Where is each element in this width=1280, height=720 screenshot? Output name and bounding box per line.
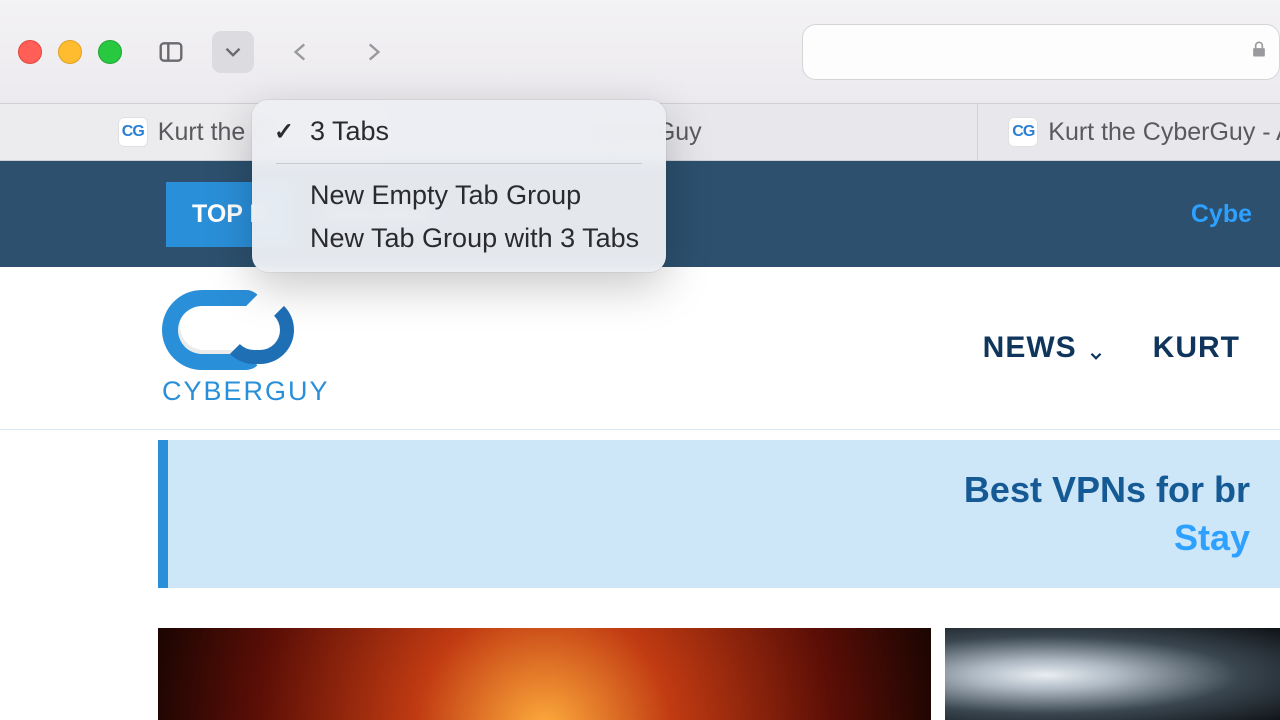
lock-icon <box>1249 38 1269 65</box>
logo-icon <box>162 290 302 370</box>
menu-item-new-empty-group[interactable]: New Empty Tab Group <box>252 174 666 217</box>
banner-subtitle: Stay <box>1174 517 1250 559</box>
chevron-down-icon <box>1087 339 1105 357</box>
minimize-window-button[interactable] <box>58 40 82 64</box>
announcement-link[interactable]: Cybe <box>1191 200 1280 229</box>
site-logo[interactable]: CYBERGUY <box>162 290 330 407</box>
nav-link-kurt[interactable]: KURT <box>1153 331 1240 365</box>
nav-link-label: NEWS <box>983 331 1077 365</box>
browser-tab[interactable]: CG Kurt the CyberGuy - A <box>978 104 1280 160</box>
menu-divider <box>276 163 642 164</box>
window-controls <box>18 40 122 64</box>
favicon-icon: CG <box>118 117 148 147</box>
menu-item-label: New Empty Tab Group <box>310 180 581 210</box>
menu-item-label: 3 Tabs <box>310 116 389 146</box>
forward-button[interactable] <box>352 31 394 73</box>
close-window-button[interactable] <box>18 40 42 64</box>
tab-groups-menu: ✓ 3 Tabs New Empty Tab Group New Tab Gro… <box>252 100 666 272</box>
nav-arrows <box>280 31 394 73</box>
checkmark-icon: ✓ <box>274 117 294 146</box>
menu-item-new-group-with-tabs[interactable]: New Tab Group with 3 Tabs <box>252 217 666 260</box>
banner-title: Best VPNs for br <box>964 469 1250 511</box>
article-tile[interactable] <box>158 628 931 720</box>
menu-item-label: New Tab Group with 3 Tabs <box>310 223 639 253</box>
tab-title: Kurt the CyberGuy - A <box>1048 118 1280 147</box>
logo-text: CYBERGUY <box>162 376 330 407</box>
tab-groups-dropdown-button[interactable] <box>212 31 254 73</box>
menu-item-current-tabs[interactable]: ✓ 3 Tabs <box>252 110 666 153</box>
zoom-window-button[interactable] <box>98 40 122 64</box>
article-tiles <box>158 628 1280 720</box>
sidebar-toggle-button[interactable] <box>150 31 192 73</box>
address-bar[interactable] <box>802 24 1280 80</box>
site-navigation: CYBERGUY NEWS KURT <box>0 267 1280 430</box>
back-button[interactable] <box>280 31 322 73</box>
nav-link-label: KURT <box>1153 331 1240 365</box>
article-tile[interactable] <box>945 628 1280 720</box>
browser-toolbar <box>0 0 1280 104</box>
hero-banner[interactable]: Best VPNs for br Stay <box>158 440 1280 588</box>
favicon-icon: CG <box>1008 117 1038 147</box>
nav-link-news[interactable]: NEWS <box>983 331 1105 365</box>
